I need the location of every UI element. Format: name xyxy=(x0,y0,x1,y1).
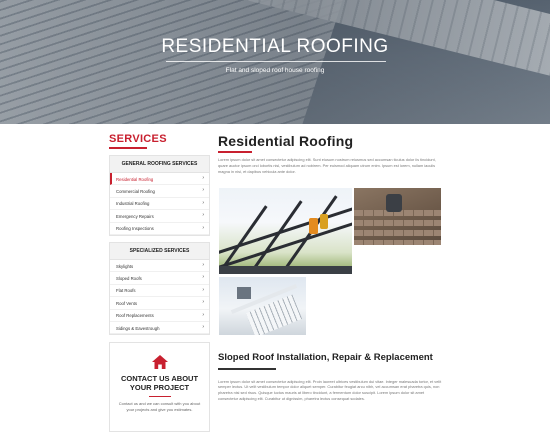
home-icon xyxy=(151,355,168,370)
general-services-title: GENERAL ROOFING SERVICES xyxy=(110,156,209,173)
hero-overlay xyxy=(0,0,550,124)
contact-underline xyxy=(148,396,171,398)
chevron-right-icon: › xyxy=(202,311,204,318)
sidebar-item-label: Industrial Roofing xyxy=(116,201,150,207)
page-title-underline xyxy=(218,151,252,153)
hero-title: RESIDENTIAL ROOFING xyxy=(161,36,389,57)
eaves-photo[interactable] xyxy=(219,277,306,335)
hero-divider xyxy=(166,61,386,62)
sidebar-item-label: Roof Vents xyxy=(116,300,138,306)
sidebar-item-label: Roof Replacements xyxy=(116,313,154,319)
chevron-right-icon: › xyxy=(202,274,204,281)
hero-subtitle: Flat and sloped roof house roofing xyxy=(225,67,325,74)
sidebar-item-label: Flat Roofs xyxy=(116,288,136,294)
chevron-right-icon: › xyxy=(202,261,204,268)
chevron-right-icon: › xyxy=(202,199,204,206)
sidebar-item-sloped-roofs[interactable]: Sloped Roofs › xyxy=(110,272,209,285)
specialized-services-box: SPECIALIZED SERVICES Skylights › Sloped … xyxy=(109,241,210,336)
page-title: Residential Roofing xyxy=(218,133,354,149)
specialized-services-title: SPECIALIZED SERVICES xyxy=(110,242,209,260)
sidebar-item-label: Residential Roofing xyxy=(116,176,154,182)
sidebar-item-roofing-inspections[interactable]: Roofing Inspections › xyxy=(110,223,209,235)
sidebar-heading: SERVICES xyxy=(109,133,167,145)
sidebar-item-label: Commercial Roofing xyxy=(116,188,155,194)
chevron-right-icon: › xyxy=(202,299,204,306)
chevron-right-icon: › xyxy=(202,187,204,194)
sidebar-item-roof-replacements[interactable]: Roof Replacements › xyxy=(110,310,209,322)
services-sidebar: SERVICES GENERAL ROOFING SERVICES Reside… xyxy=(109,133,210,433)
sidebar-item-roof-vents[interactable]: Roof Vents › xyxy=(110,297,209,310)
sidebar-item-flat-roofs[interactable]: Flat Roofs › xyxy=(110,285,209,298)
chevron-right-icon: › xyxy=(202,286,204,293)
section-title-underline xyxy=(218,368,276,370)
intro-paragraph: Lorem ipsum dolor sit amet consectetur a… xyxy=(218,157,436,174)
sidebar-item-skylights[interactable]: Skylights › xyxy=(110,260,209,273)
photo-gallery xyxy=(218,186,443,336)
sidebar-item-commercial-roofing[interactable]: Commercial Roofing › xyxy=(110,185,209,198)
roof-framing-photo[interactable] xyxy=(219,188,352,274)
section-paragraph: Lorem ipsum dolor sit amet consectetur a… xyxy=(218,378,442,401)
sidebar-item-sidings-eavestrough[interactable]: Sidings & Eavestrough › xyxy=(110,322,209,335)
sidebar-item-label: Sidings & Eavestrough xyxy=(116,325,160,331)
section-title: Sloped Roof Installation, Repair & Repla… xyxy=(218,352,433,363)
chevron-right-icon: › xyxy=(202,175,204,181)
sidebar-item-label: Sloped Roofs xyxy=(116,275,142,281)
sidebar-item-industrial-roofing[interactable]: Industrial Roofing › xyxy=(110,198,209,211)
chevron-right-icon: › xyxy=(202,212,204,219)
chevron-right-icon: › xyxy=(202,323,204,330)
sidebar-item-label: Roofing Inspections xyxy=(116,226,154,232)
sidebar-item-residential-roofing[interactable]: Residential Roofing › xyxy=(110,173,209,186)
sidebar-heading-underline xyxy=(109,147,147,149)
roof-tiling-photo[interactable] xyxy=(354,188,441,245)
main-content: Residential Roofing Lorem ipsum dolor si… xyxy=(218,133,443,174)
contact-title: CONTACT US ABOUT YOUR PROJECT xyxy=(120,374,199,393)
sidebar-item-emergency-repairs[interactable]: Emergency Repairs › xyxy=(110,210,209,223)
chevron-right-icon: › xyxy=(202,224,204,231)
general-services-box: GENERAL ROOFING SERVICES Residential Roo… xyxy=(109,155,210,236)
hero-banner: RESIDENTIAL ROOFING Flat and sloped roof… xyxy=(0,0,550,124)
sidebar-item-label: Emergency Repairs xyxy=(116,213,154,219)
contact-box[interactable]: CONTACT US ABOUT YOUR PROJECT Contact us… xyxy=(109,342,210,433)
contact-text: Contact us and we can consult with you a… xyxy=(118,401,201,412)
sidebar-item-label: Skylights xyxy=(116,263,134,269)
section-sloped-roof: Sloped Roof Installation, Repair & Repla… xyxy=(218,352,443,402)
